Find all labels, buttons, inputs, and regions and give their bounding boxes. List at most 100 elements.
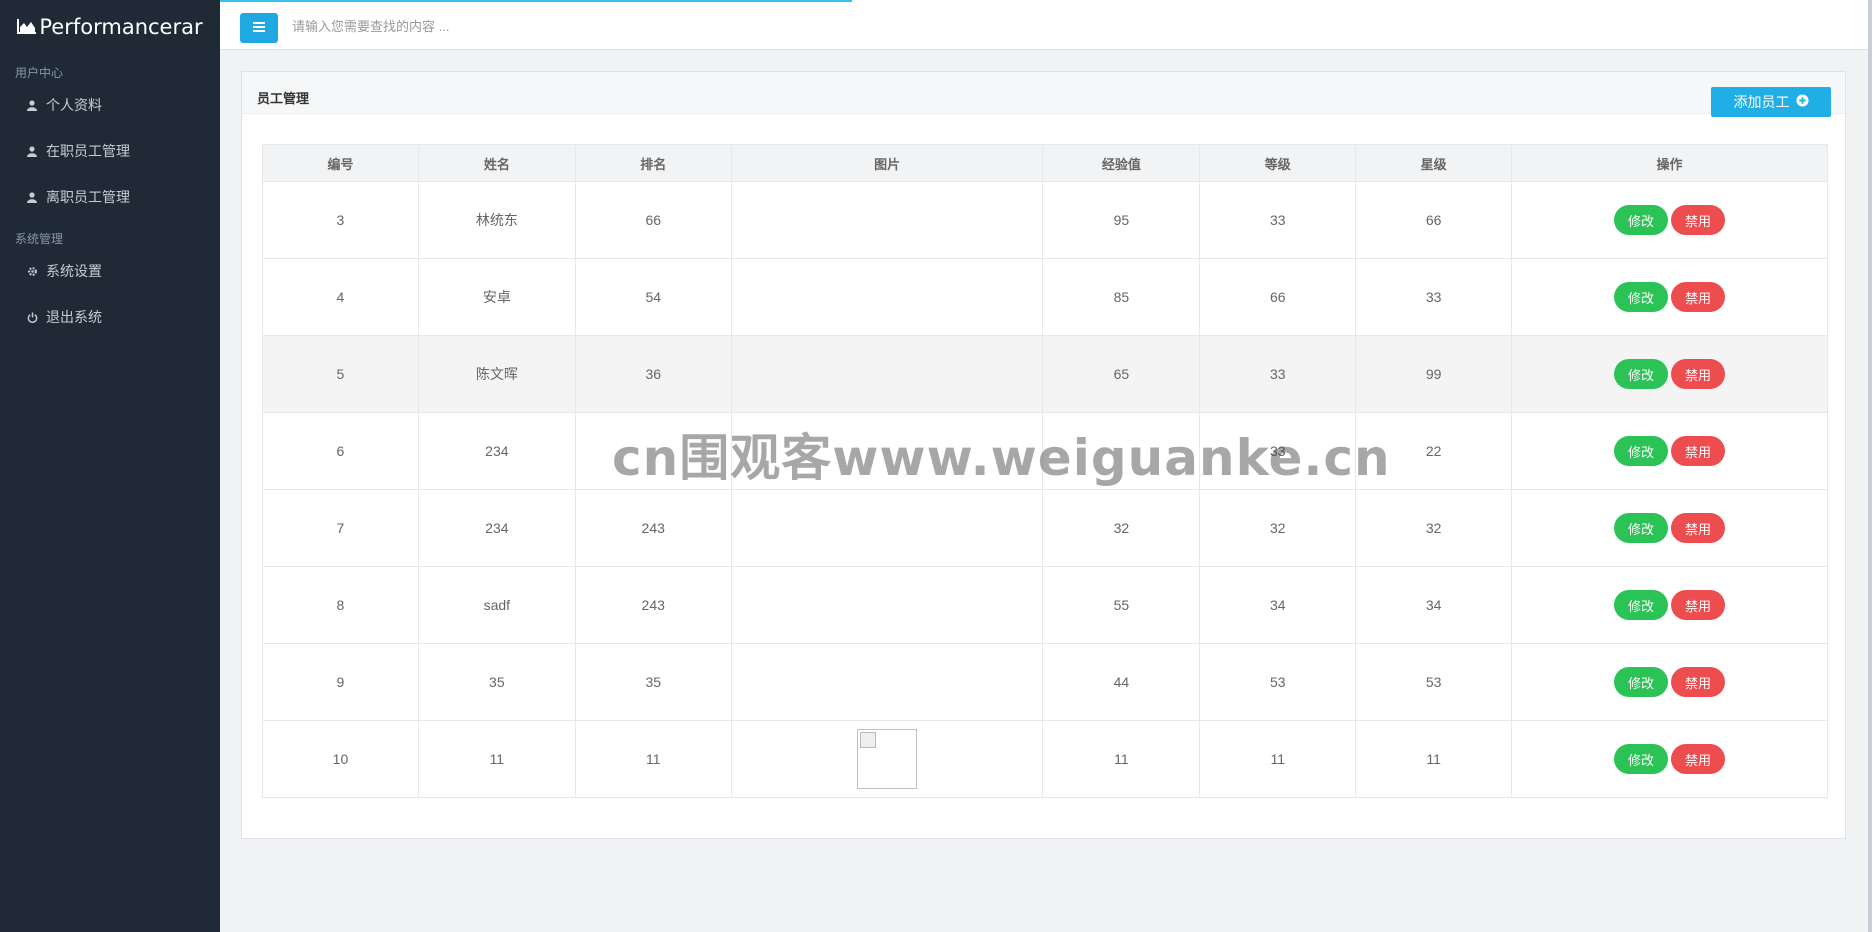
column-header: 星级 (1355, 144, 1513, 182)
disable-button[interactable]: 禁用 (1671, 436, 1726, 466)
cell-image (730, 566, 1044, 644)
cell-stars: 34 (1355, 566, 1513, 644)
table-row: 6 234 33 22 修改 禁用 (262, 412, 1828, 490)
disable-button[interactable]: 禁用 (1671, 359, 1726, 389)
cell-stars: 11 (1355, 720, 1513, 798)
nav-group-title: 系统管理 (15, 232, 64, 246)
staff-table: 编号 姓名 排名 图片 经验值 等级 星级 操作 3 林统东 66 95 33 … (262, 144, 1828, 798)
cell-name: 陈文晖 (417, 335, 576, 413)
user-icon (26, 99, 38, 111)
cell-level: 34 (1199, 566, 1357, 644)
nav-group-system: 系统管理 系统设置 退出系统 (0, 220, 220, 340)
cell-image (730, 643, 1044, 721)
cell-stars: 53 (1355, 643, 1513, 721)
edit-button[interactable]: 修改 (1614, 205, 1669, 235)
sidebar-item-label: 离职员工管理 (46, 189, 130, 205)
edit-button[interactable]: 修改 (1614, 513, 1669, 543)
column-header: 排名 (574, 144, 732, 182)
cell-rank: 35 (574, 643, 732, 721)
sidebar-item-active-staff[interactable]: 在职员工管理 (0, 128, 220, 174)
cell-id: 5 (262, 335, 419, 413)
cell-level: 33 (1199, 181, 1357, 259)
cell-level: 11 (1199, 720, 1357, 798)
disable-button[interactable]: 禁用 (1671, 205, 1726, 235)
add-staff-label: 添加员工 (1733, 94, 1790, 110)
cell-id: 6 (262, 412, 419, 490)
cell-name: 234 (417, 489, 576, 567)
panel-title: 员工管理 (257, 91, 310, 106)
area-chart-icon (17, 15, 39, 39)
cell-level: 33 (1199, 335, 1357, 413)
disable-button[interactable]: 禁用 (1671, 667, 1726, 697)
disable-button[interactable]: 禁用 (1671, 590, 1726, 620)
cell-exp: 65 (1042, 335, 1201, 413)
table-row: 8 sadf 243 55 34 34 修改 禁用 (262, 566, 1828, 644)
edit-button[interactable]: 修改 (1614, 590, 1669, 620)
brand[interactable]: Performancerar (0, 0, 220, 54)
nav-group-user-center: 用户中心 个人资料 在职员工管理 离职员工管理 (0, 54, 220, 220)
menu-toggle-button[interactable] (240, 13, 278, 43)
cell-rank: 36 (574, 335, 732, 413)
cell-id: 9 (262, 643, 419, 721)
cell-name: 林统东 (417, 181, 576, 259)
top-header (220, 0, 1872, 50)
user-icon (26, 191, 38, 203)
cell-image (730, 412, 1044, 490)
sidebar-item-profile[interactable]: 个人资料 (0, 82, 220, 128)
cell-name: 11 (417, 720, 576, 798)
cell-actions: 修改 禁用 (1511, 181, 1828, 259)
loading-progress-bar (220, 0, 852, 2)
table-header-row: 编号 姓名 排名 图片 经验值 等级 星级 操作 (262, 144, 1828, 182)
edit-button[interactable]: 修改 (1614, 436, 1669, 466)
column-header: 姓名 (417, 144, 576, 182)
cell-actions: 修改 禁用 (1511, 258, 1828, 336)
cell-image (730, 489, 1044, 567)
cell-name: sadf (417, 566, 576, 644)
table-row: 9 35 35 44 53 53 修改 禁用 (262, 643, 1828, 721)
edit-button[interactable]: 修改 (1614, 359, 1669, 389)
cell-level: 53 (1199, 643, 1357, 721)
sidebar-item-label: 退出系统 (46, 309, 102, 325)
cell-id: 10 (262, 720, 419, 798)
edit-button[interactable]: 修改 (1614, 744, 1669, 774)
table-row: 7 234 243 32 32 32 修改 禁用 (262, 489, 1828, 567)
disable-button[interactable]: 禁用 (1671, 513, 1726, 543)
cell-level: 33 (1199, 412, 1357, 490)
table-row: 10 11 11 11 11 11 修改 禁用 (262, 720, 1828, 798)
cell-exp: 85 (1042, 258, 1201, 336)
cell-rank: 54 (574, 258, 732, 336)
cell-id: 4 (262, 258, 419, 336)
staff-panel: 员工管理 添加员工 编号 姓名 排名 图片 经验值 等级 星级 操作 3 林统东… (241, 71, 1846, 839)
cell-exp (1042, 412, 1201, 490)
cell-exp: 32 (1042, 489, 1201, 567)
cell-image (730, 720, 1044, 798)
cell-actions: 修改 禁用 (1511, 335, 1828, 413)
cell-name: 234 (417, 412, 576, 490)
cell-stars: 33 (1355, 258, 1513, 336)
sidebar-item-former-staff[interactable]: 离职员工管理 (0, 174, 220, 220)
cell-exp: 11 (1042, 720, 1201, 798)
cell-actions: 修改 禁用 (1511, 489, 1828, 567)
search-input[interactable] (292, 14, 692, 38)
scrollbar[interactable] (1868, 0, 1872, 932)
sidebar-item-settings[interactable]: 系统设置 (0, 248, 220, 294)
cell-exp: 55 (1042, 566, 1201, 644)
disable-button[interactable]: 禁用 (1671, 744, 1726, 774)
cell-rank (574, 412, 732, 490)
cell-stars: 99 (1355, 335, 1513, 413)
sidebar-item-logout[interactable]: 退出系统 (0, 294, 220, 340)
add-staff-button[interactable]: 添加员工 (1711, 87, 1831, 117)
cell-image (730, 181, 1044, 259)
table-row: 3 林统东 66 95 33 66 修改 禁用 (262, 181, 1828, 259)
edit-button[interactable]: 修改 (1614, 282, 1669, 312)
nav-group-title: 用户中心 (15, 66, 64, 80)
edit-button[interactable]: 修改 (1614, 667, 1669, 697)
cell-image (730, 258, 1044, 336)
cell-level: 66 (1199, 258, 1357, 336)
sidebar-item-label: 在职员工管理 (46, 143, 130, 159)
brand-name: Performancerar (39, 15, 203, 39)
cell-rank: 11 (574, 720, 732, 798)
user-icon (26, 145, 38, 157)
cell-id: 8 (262, 566, 419, 644)
disable-button[interactable]: 禁用 (1671, 282, 1726, 312)
